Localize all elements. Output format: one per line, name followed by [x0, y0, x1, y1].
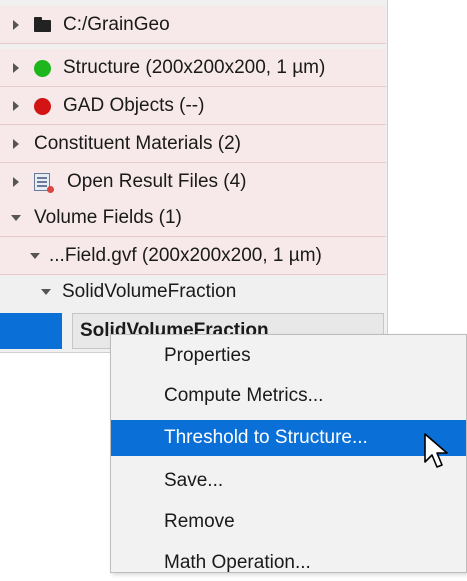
menu-item-remove[interactable]: Remove [111, 504, 466, 540]
tree-item-field-gvf[interactable]: ...Field.gvf (200x200x200, 1 µm) [0, 237, 386, 275]
tree-item-structure[interactable]: Structure (200x200x200, 1 µm) [0, 49, 386, 87]
tree-item-label: C:/GrainGeo [63, 14, 170, 35]
tree-item-label: Volume Fields (1) [34, 207, 182, 228]
tree-item-open-result-files[interactable]: Open Result Files (4) [0, 163, 386, 201]
tree-item-label: GAD Objects (--) [63, 95, 205, 116]
expand-arrow-icon[interactable] [10, 49, 22, 87]
collapse-arrow-icon[interactable] [40, 273, 52, 311]
status-dot-icon [34, 87, 51, 125]
tree-item-gad-objects[interactable]: GAD Objects (--) [0, 87, 386, 125]
tree-item-label: Constituent Materials (2) [34, 133, 241, 154]
project-tree: C:/GrainGeo Structure (200x200x200, 1 µm… [0, 0, 388, 353]
tree-item-label: SolidVolumeFraction [62, 281, 237, 302]
mouse-pointer-icon [424, 433, 448, 468]
menu-item-properties[interactable]: Properties [111, 338, 466, 374]
expand-arrow-icon[interactable] [10, 163, 22, 201]
collapse-arrow-icon[interactable] [10, 199, 22, 237]
tree-item-volume-fields[interactable]: Volume Fields (1) [0, 199, 386, 237]
tree-item-constituent-materials[interactable]: Constituent Materials (2) [0, 125, 386, 163]
menu-item-threshold-to-structure[interactable]: Threshold to Structure... [111, 420, 466, 456]
expand-arrow-icon[interactable] [10, 6, 22, 44]
collapse-arrow-icon[interactable] [29, 237, 41, 275]
tree-item-label: ...Field.gvf (200x200x200, 1 µm) [49, 245, 322, 266]
tree-item-solid-volume-fraction-group[interactable]: SolidVolumeFraction [0, 273, 386, 311]
tree-item-label: Open Result Files (4) [67, 171, 247, 192]
status-dot-icon [34, 49, 51, 87]
expand-arrow-icon[interactable] [10, 125, 22, 163]
menu-item-math-operation[interactable]: Math Operation... [111, 545, 466, 581]
selection-indicator [0, 313, 62, 349]
tree-item-project-folder[interactable]: C:/GrainGeo [0, 6, 386, 44]
menu-item-compute-metrics[interactable]: Compute Metrics... [111, 378, 466, 414]
context-menu: Properties Compute Metrics... Threshold … [110, 334, 467, 573]
expand-arrow-icon[interactable] [10, 87, 22, 125]
folder-icon [34, 6, 51, 44]
result-files-icon [34, 163, 54, 201]
tree-item-label: Structure (200x200x200, 1 µm) [63, 57, 326, 78]
menu-item-save[interactable]: Save... [111, 463, 466, 499]
